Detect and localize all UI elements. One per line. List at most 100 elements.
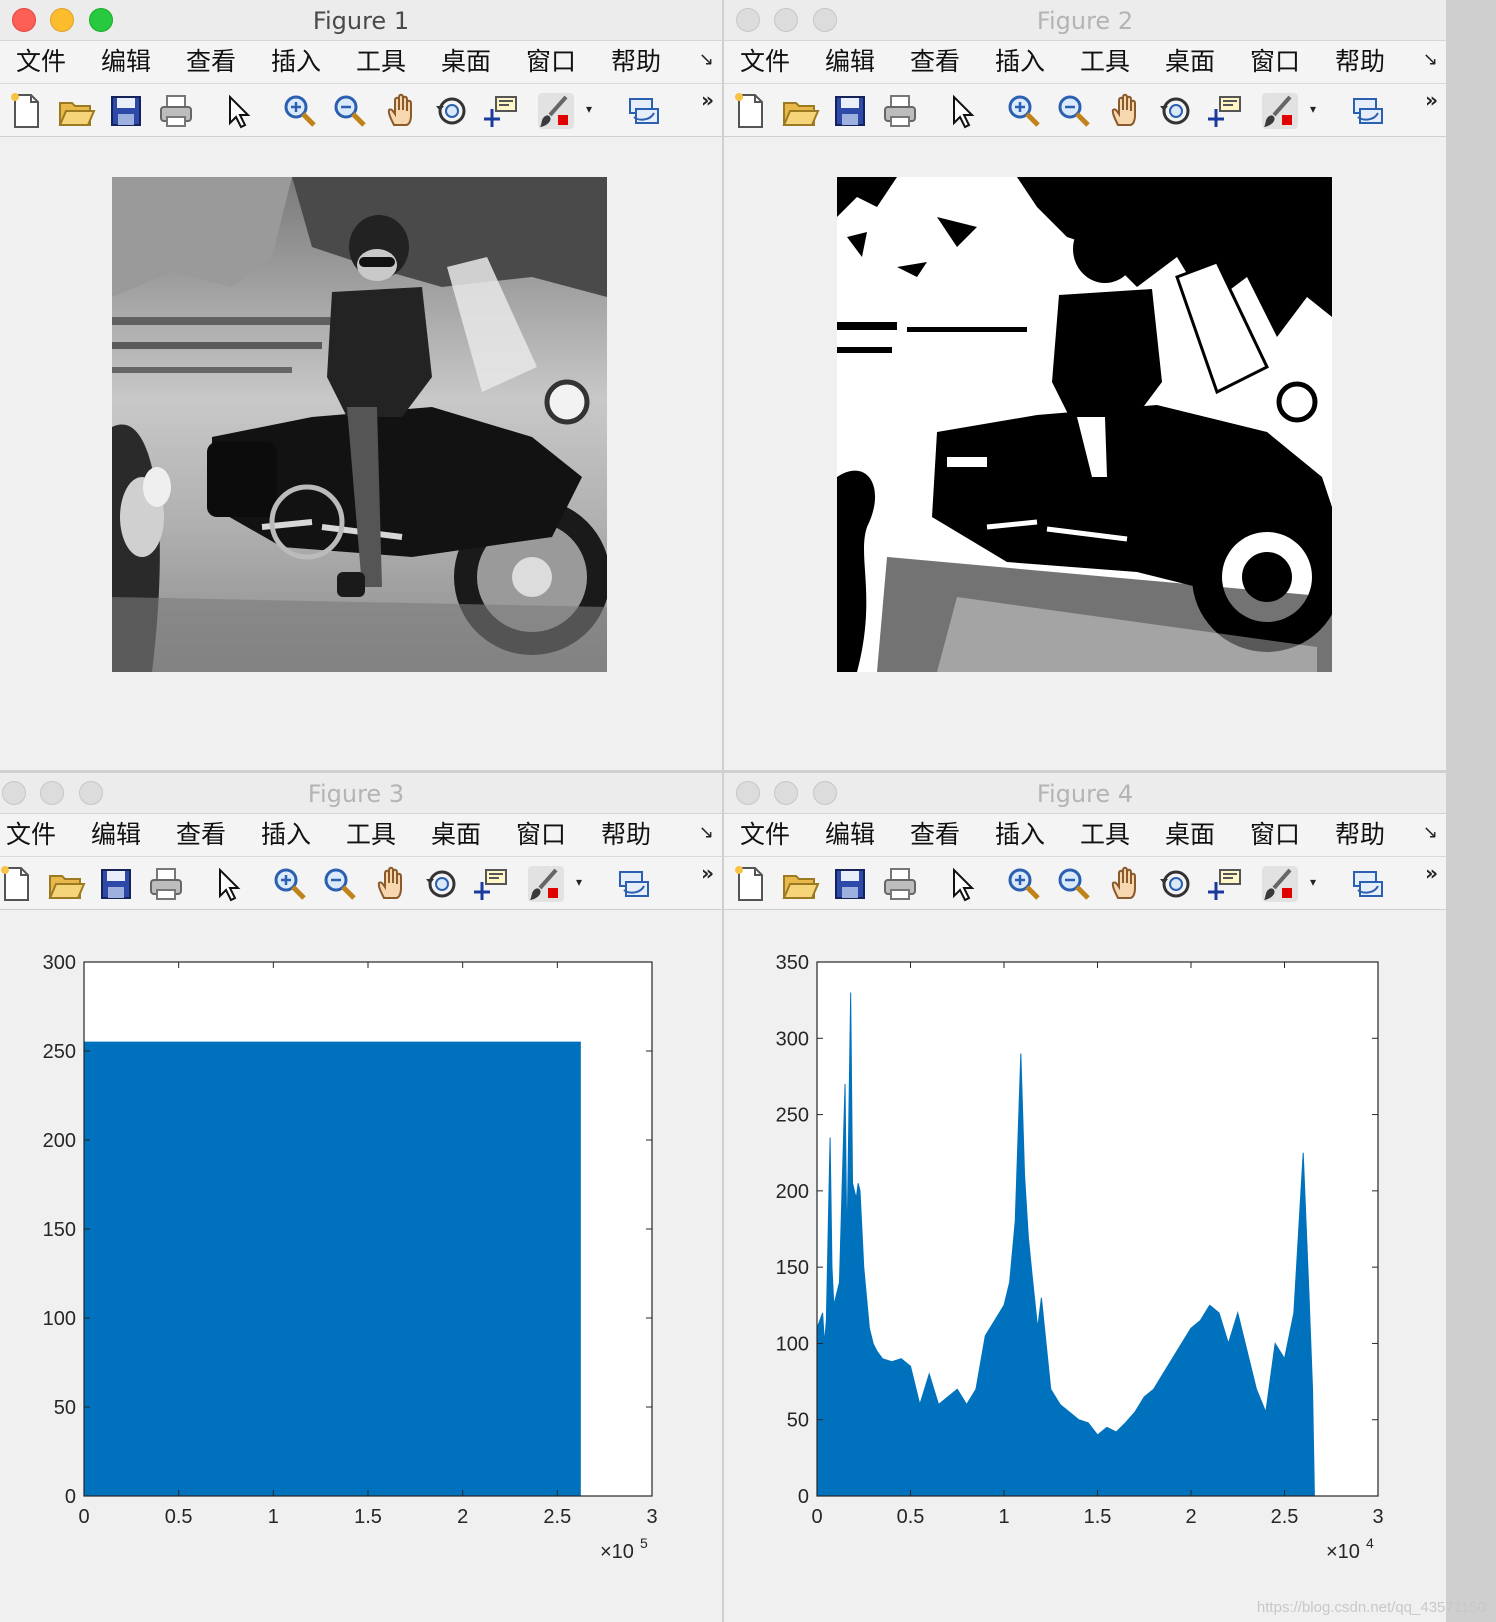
print-icon[interactable] <box>880 91 920 131</box>
rotate-3d-icon[interactable] <box>1156 864 1196 904</box>
menu-item[interactable]: 查看 <box>910 41 960 83</box>
menu-item[interactable]: 窗口 <box>526 41 576 83</box>
data-cursor-icon[interactable] <box>1206 91 1246 131</box>
pan-hand-icon[interactable] <box>1106 91 1146 131</box>
menu-item[interactable]: 工具 <box>1080 41 1130 83</box>
open-file-icon[interactable] <box>56 91 96 131</box>
menu-item[interactable]: 文件 <box>16 41 66 83</box>
brush-icon[interactable] <box>1260 864 1300 904</box>
menu-item[interactable]: 插入 <box>261 814 311 856</box>
rotate-3d-icon[interactable] <box>422 864 462 904</box>
menu-item[interactable]: 工具 <box>1080 814 1130 856</box>
open-file-icon[interactable] <box>780 91 820 131</box>
pointer-icon[interactable] <box>208 864 248 904</box>
title-bar[interactable]: Figure 2 <box>724 0 1446 41</box>
pointer-icon[interactable] <box>942 91 982 131</box>
link-plot-icon[interactable] <box>614 864 654 904</box>
brush-dropdown-icon[interactable]: ▾ <box>1310 875 1316 889</box>
menu-item[interactable]: 帮助 <box>601 814 651 856</box>
menu-item[interactable]: 桌面 <box>431 814 481 856</box>
menu-item[interactable]: 文件 <box>740 814 790 856</box>
menu-item[interactable]: 编辑 <box>91 814 141 856</box>
y-tick-label: 250 <box>43 1041 76 1063</box>
menu-item[interactable]: 文件 <box>6 814 56 856</box>
menu-item[interactable]: 窗口 <box>516 814 566 856</box>
menu-item[interactable]: 帮助 <box>1335 41 1385 83</box>
menu-item[interactable]: 帮助 <box>1335 814 1385 856</box>
brush-dropdown-icon[interactable]: ▾ <box>576 875 582 889</box>
menu-item[interactable]: 桌面 <box>441 41 491 83</box>
zoom-in-icon[interactable] <box>1004 91 1044 131</box>
data-cursor-icon[interactable] <box>482 91 522 131</box>
pan-hand-icon[interactable] <box>372 864 412 904</box>
open-file-icon[interactable] <box>780 864 820 904</box>
link-plot-icon[interactable] <box>624 91 664 131</box>
menu-item[interactable]: 窗口 <box>1250 41 1300 83</box>
menu-item[interactable]: 帮助 <box>611 41 661 83</box>
zoom-in-icon[interactable] <box>270 864 310 904</box>
data-cursor-icon[interactable] <box>1206 864 1246 904</box>
figure-window-4: Figure 4 文件 编辑 查看 插入 工具 桌面 窗口 帮助 ↘ ▾» 0 0.5 1 1.5 2 2… <box>724 773 1446 1622</box>
menu-item[interactable]: 窗口 <box>1250 814 1300 856</box>
menu-item[interactable]: 桌面 <box>1165 41 1215 83</box>
brush-dropdown-icon[interactable]: ▾ <box>1310 102 1316 116</box>
zoom-out-icon[interactable] <box>320 864 360 904</box>
menu-item[interactable]: 工具 <box>356 41 406 83</box>
data-cursor-icon[interactable] <box>472 864 512 904</box>
menu-item[interactable]: 插入 <box>271 41 321 83</box>
menu-item[interactable]: 查看 <box>176 814 226 856</box>
print-icon[interactable] <box>156 91 196 131</box>
print-icon[interactable] <box>880 864 920 904</box>
brush-icon[interactable] <box>536 91 576 131</box>
save-icon[interactable] <box>106 91 146 131</box>
new-figure-icon[interactable] <box>730 91 770 131</box>
dock-arrow-icon[interactable]: ↘ <box>699 822 714 843</box>
pointer-icon[interactable] <box>218 91 258 131</box>
rotate-3d-icon[interactable] <box>1156 91 1196 131</box>
dock-arrow-icon[interactable]: ↘ <box>1423 822 1438 843</box>
menu-item[interactable]: 编辑 <box>825 814 875 856</box>
menu-item[interactable]: 文件 <box>740 41 790 83</box>
save-icon[interactable] <box>96 864 136 904</box>
pan-hand-icon[interactable] <box>1106 864 1146 904</box>
brush-dropdown-icon[interactable]: ▾ <box>586 102 592 116</box>
new-figure-icon[interactable] <box>6 91 46 131</box>
menu-item[interactable]: 查看 <box>910 814 960 856</box>
y-tick-label: 200 <box>776 1181 809 1203</box>
toolbar-overflow-icon[interactable]: » <box>1425 88 1438 112</box>
menu-item[interactable]: 桌面 <box>1165 814 1215 856</box>
open-file-icon[interactable] <box>46 864 86 904</box>
title-bar[interactable]: Figure 1 <box>0 0 722 41</box>
pan-hand-icon[interactable] <box>382 91 422 131</box>
rotate-3d-icon[interactable] <box>432 91 472 131</box>
zoom-out-icon[interactable] <box>1054 91 1094 131</box>
menu-item[interactable]: 编辑 <box>825 41 875 83</box>
zoom-in-icon[interactable] <box>280 91 320 131</box>
pointer-icon[interactable] <box>942 864 982 904</box>
save-icon[interactable] <box>830 91 870 131</box>
new-figure-icon[interactable] <box>0 864 36 904</box>
title-bar[interactable]: Figure 3 <box>0 773 722 814</box>
title-bar[interactable]: Figure 4 <box>724 773 1446 814</box>
link-plot-icon[interactable] <box>1348 864 1388 904</box>
menu-item[interactable]: 插入 <box>995 814 1045 856</box>
zoom-in-icon[interactable] <box>1004 864 1044 904</box>
menu-item[interactable]: 插入 <box>995 41 1045 83</box>
new-figure-icon[interactable] <box>730 864 770 904</box>
zoom-out-icon[interactable] <box>1054 864 1094 904</box>
dock-arrow-icon[interactable]: ↘ <box>1423 49 1438 70</box>
print-icon[interactable] <box>146 864 186 904</box>
menu-item[interactable]: 编辑 <box>101 41 151 83</box>
y-tick-label: 0 <box>65 1486 76 1508</box>
toolbar-overflow-icon[interactable]: » <box>701 88 714 112</box>
save-icon[interactable] <box>830 864 870 904</box>
toolbar-overflow-icon[interactable]: » <box>1425 861 1438 885</box>
menu-item[interactable]: 工具 <box>346 814 396 856</box>
menu-item[interactable]: 查看 <box>186 41 236 83</box>
dock-arrow-icon[interactable]: ↘ <box>699 49 714 70</box>
brush-icon[interactable] <box>1260 91 1300 131</box>
zoom-out-icon[interactable] <box>330 91 370 131</box>
toolbar-overflow-icon[interactable]: » <box>701 861 714 885</box>
link-plot-icon[interactable] <box>1348 91 1388 131</box>
brush-icon[interactable] <box>526 864 566 904</box>
